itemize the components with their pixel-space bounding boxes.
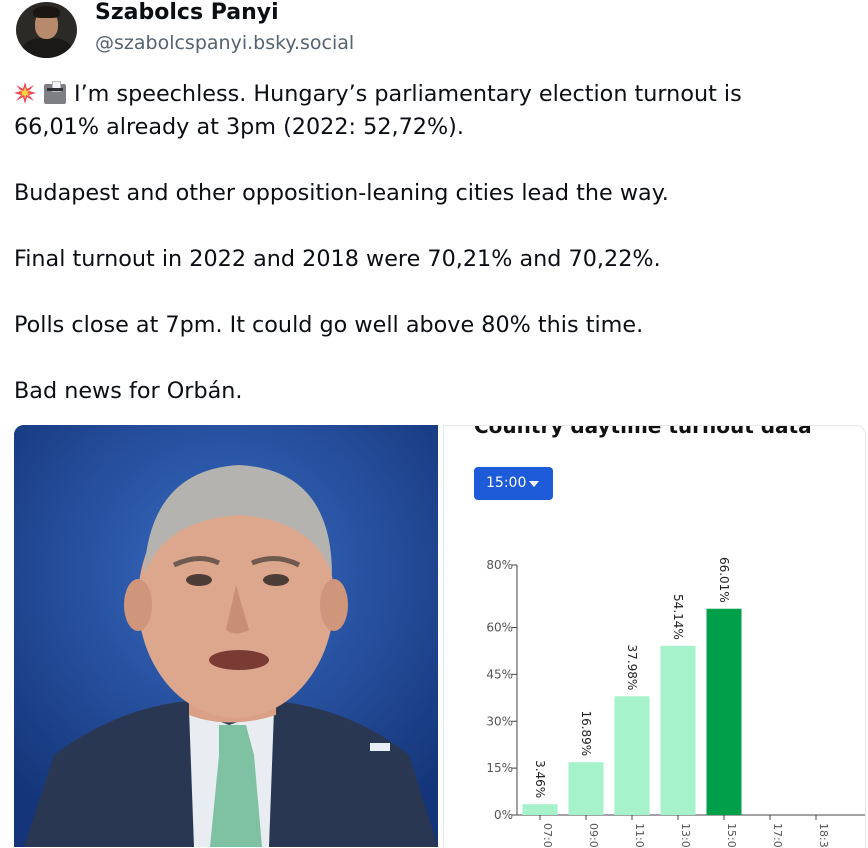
x-tick-label: 13:0 (679, 823, 692, 848)
x-tick-label: 18:3 (817, 823, 830, 848)
post-photo[interactable] (14, 425, 438, 847)
avatar[interactable] (16, 2, 77, 58)
post-line-1: I’m speechless. Hungary’s parliamentary … (14, 78, 864, 111)
y-tick-label: 45% (486, 667, 513, 681)
post-line-5: Polls close at 7pm. It could go well abo… (14, 312, 644, 338)
post-text: I’m speechless. Hungary’s parliamentary … (14, 78, 864, 408)
post-line-6: Bad news for Orbán. (14, 378, 243, 404)
post-line-3: Budapest and other opposition-leaning ci… (14, 180, 669, 206)
x-tick-label: 07:0 (541, 823, 554, 848)
turnout-bar-chart: 0% 15% 30% 45% 60% 80% 07:0 3.46% 09:0 16.89% 11:0… (486, 557, 865, 848)
y-tick-label: 60% (486, 621, 513, 635)
post-line-1-text: I’m speechless. Hungary’s parliamentary … (74, 81, 742, 107)
data-label: 3.46% (533, 760, 547, 798)
y-tick-label: 15% (486, 761, 513, 775)
data-label: 66.01% (717, 557, 731, 603)
avatar-body-shape (22, 38, 72, 58)
data-label: 37.98% (625, 645, 639, 691)
post-line-2: 66,01% already at 3pm (2022: 52,72%). (14, 114, 464, 140)
y-tick-label: 0% (494, 808, 513, 822)
y-tick-label: 80% (486, 558, 513, 572)
x-tick-label: 09:0 (587, 823, 600, 848)
x-tick-label: 17:0 (771, 823, 784, 848)
bar-1300 (660, 645, 696, 815)
data-label: 16.89% (579, 710, 593, 756)
author-handle[interactable]: @szabolcspanyi.bsky.social (95, 32, 354, 54)
portrait-illustration (14, 425, 438, 847)
bar-0700 (522, 804, 558, 815)
author-name[interactable]: Szabolcs Panyi (95, 0, 279, 25)
post-line-4: Final turnout in 2022 and 2018 were 70,2… (14, 246, 661, 272)
bar-0900 (568, 762, 604, 815)
turnout-chart-card[interactable]: Country daytime turnout data 15:00 0% 15%… (443, 425, 866, 848)
y-tick-label: 30% (486, 714, 513, 728)
ballot-box-icon (44, 81, 66, 104)
x-tick-label: 15:0 (725, 823, 738, 848)
bar-1100 (614, 696, 650, 815)
data-label: 54.14% (671, 594, 685, 640)
collision-icon (14, 82, 36, 104)
avatar-hair-shape (33, 6, 60, 18)
bar-1500 (706, 608, 742, 815)
x-tick-label: 11:0 (633, 823, 646, 848)
